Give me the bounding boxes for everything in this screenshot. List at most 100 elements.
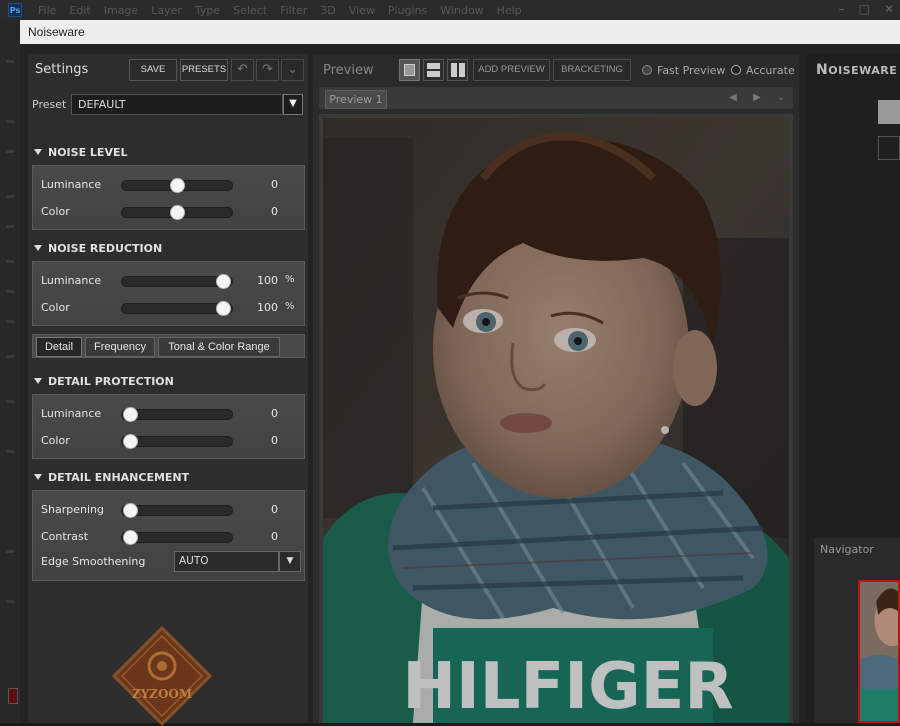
navigator-thumbnail[interactable] [858, 580, 900, 723]
photoshop-logo-icon: Ps [8, 3, 22, 17]
tab-detail[interactable]: Detail [36, 337, 82, 357]
redo-icon[interactable]: ↷ [256, 59, 279, 81]
minimize-icon[interactable]: – [839, 2, 845, 16]
color-slider[interactable] [121, 301, 233, 316]
tool-icon[interactable] [6, 260, 14, 263]
save-button[interactable]: SAVE [129, 59, 177, 81]
color-slider[interactable] [121, 205, 233, 220]
edge-smoothening-select[interactable]: AUTO [174, 551, 279, 572]
panel-button[interactable] [878, 100, 900, 124]
slider-knob[interactable] [169, 178, 185, 193]
presets-button[interactable]: PRESETS [180, 59, 228, 81]
slider-knob[interactable] [216, 274, 231, 289]
tool-icon[interactable] [6, 60, 14, 63]
menu-item-select[interactable]: Select [233, 4, 267, 17]
chevron-left-icon[interactable]: ◀ [721, 87, 745, 109]
menu-item-help[interactable]: Help [497, 4, 522, 17]
settings-title: Settings [35, 62, 89, 77]
luminance-slider[interactable] [121, 178, 233, 193]
bracketing-button[interactable]: BRACKETING [553, 59, 631, 81]
tool-icon[interactable] [6, 450, 14, 453]
tool-icon[interactable] [6, 600, 14, 603]
tool-icon[interactable] [6, 355, 14, 358]
tool-icon[interactable] [6, 550, 14, 553]
noise-reduction-luminance-row: Luminance 100 % [41, 274, 295, 289]
menu-item-type[interactable]: Type [195, 4, 220, 17]
detail-enhancement-box: Sharpening 0 Contrast 0 Edge Smoothening… [32, 490, 305, 581]
maximize-icon[interactable]: □ [859, 2, 870, 16]
noise-reduction-header[interactable]: NOISE REDUCTION [34, 242, 162, 258]
menu-item-file[interactable]: File [38, 4, 56, 17]
noise-level-header[interactable]: NOISE LEVEL [34, 146, 127, 162]
accurate-radio[interactable]: Accurate [731, 64, 795, 77]
tool-icon[interactable] [6, 120, 14, 123]
menu-item-layer[interactable]: Layer [151, 4, 182, 17]
menu-item-image[interactable]: Image [104, 4, 138, 17]
add-preview-button[interactable]: ADD PREVIEW [473, 59, 550, 81]
slider-knob[interactable] [123, 503, 138, 518]
tool-icon[interactable] [6, 195, 14, 198]
tool-icon[interactable] [6, 290, 14, 293]
menu-item-3d[interactable]: 3D [320, 4, 335, 17]
preview-tabbar: Preview 1 ◀ ▶ ⌄ [319, 87, 793, 109]
single-view-icon[interactable] [399, 59, 420, 81]
chevron-right-icon[interactable]: ▶ [745, 87, 769, 109]
detail-enhancement-header[interactable]: DETAIL ENHANCEMENT [34, 471, 189, 487]
radio-selected-icon [731, 65, 741, 75]
noise-level-color-row: Color 0 [41, 205, 278, 220]
menu-item-view[interactable]: View [349, 4, 375, 17]
tool-icon[interactable] [6, 400, 14, 403]
chevron-down-icon[interactable]: ▼ [283, 94, 303, 115]
contrast-slider[interactable] [121, 530, 233, 545]
slider-knob[interactable] [216, 301, 231, 316]
chevron-down-icon[interactable]: ⌄ [769, 87, 793, 109]
menu-item-window[interactable]: Window [440, 4, 483, 17]
tool-icon[interactable] [6, 320, 14, 323]
settings-header: Settings SAVE PRESETS ↶ ↷ ⌄ [28, 54, 308, 82]
close-icon[interactable]: ✕ [884, 2, 894, 16]
luminance-slider[interactable] [121, 407, 233, 422]
detail-protection-header[interactable]: DETAIL PROTECTION [34, 375, 174, 391]
tab-navigation: ◀ ▶ ⌄ [721, 87, 793, 109]
sharpening-slider[interactable] [121, 503, 233, 518]
right-panel: NOISEWARE Navigator [806, 54, 900, 723]
detail-protection-box: Luminance 0 Color 0 [32, 394, 305, 459]
tab-tonal-color-range[interactable]: Tonal & Color Range [158, 337, 280, 357]
preview-image[interactable]: HILFIGER [323, 118, 789, 723]
radio-icon [642, 65, 652, 75]
slider-knob[interactable] [123, 407, 138, 422]
panel-button[interactable] [878, 136, 900, 160]
slider-knob[interactable] [123, 530, 138, 545]
navigator-panel: Navigator [814, 538, 900, 723]
noiseware-brand-logo: NOISEWARE [816, 62, 898, 78]
tab-preview-1[interactable]: Preview 1 [325, 90, 387, 109]
edge-smoothening-row: Edge Smoothening AUTO ▼ [41, 551, 301, 573]
luminance-slider[interactable] [121, 274, 233, 289]
preset-label: Preset [32, 98, 67, 111]
noise-reduction-color-row: Color 100 % [41, 301, 295, 316]
detail-protection-color-row: Color 0 [41, 434, 278, 449]
split-horizontal-icon[interactable] [423, 59, 444, 81]
tab-frequency[interactable]: Frequency [85, 337, 155, 357]
slider-knob[interactable] [169, 205, 185, 220]
split-vertical-icon[interactable] [447, 59, 468, 81]
noiseware-window: Noiseware Settings SAVE PRESETS ↶ ↷ ⌄ Pr… [20, 20, 900, 726]
photoshop-toolbar [0, 20, 20, 723]
undo-icon[interactable]: ↶ [231, 59, 254, 81]
window-title: Noiseware [20, 20, 900, 44]
collapse-triangle-icon [34, 245, 42, 251]
chevron-down-icon[interactable]: ▼ [279, 551, 301, 572]
menu-item-plugins[interactable]: Plugins [388, 4, 427, 17]
logo-text: ZYZOOM [132, 687, 192, 701]
preset-select[interactable]: DEFAULT [71, 94, 283, 115]
menu-item-filter[interactable]: Filter [280, 4, 307, 17]
detail-tabs: Detail Frequency Tonal & Color Range [32, 334, 305, 358]
fast-preview-radio[interactable]: Fast Preview [642, 64, 725, 77]
menu-item-edit[interactable]: Edit [69, 4, 90, 17]
color-slider[interactable] [121, 434, 233, 449]
slider-knob[interactable] [123, 434, 138, 449]
foreground-color-swatch[interactable] [8, 688, 18, 704]
tool-icon[interactable] [6, 225, 14, 228]
tool-icon[interactable] [6, 150, 14, 153]
chevron-down-icon[interactable]: ⌄ [281, 59, 304, 81]
